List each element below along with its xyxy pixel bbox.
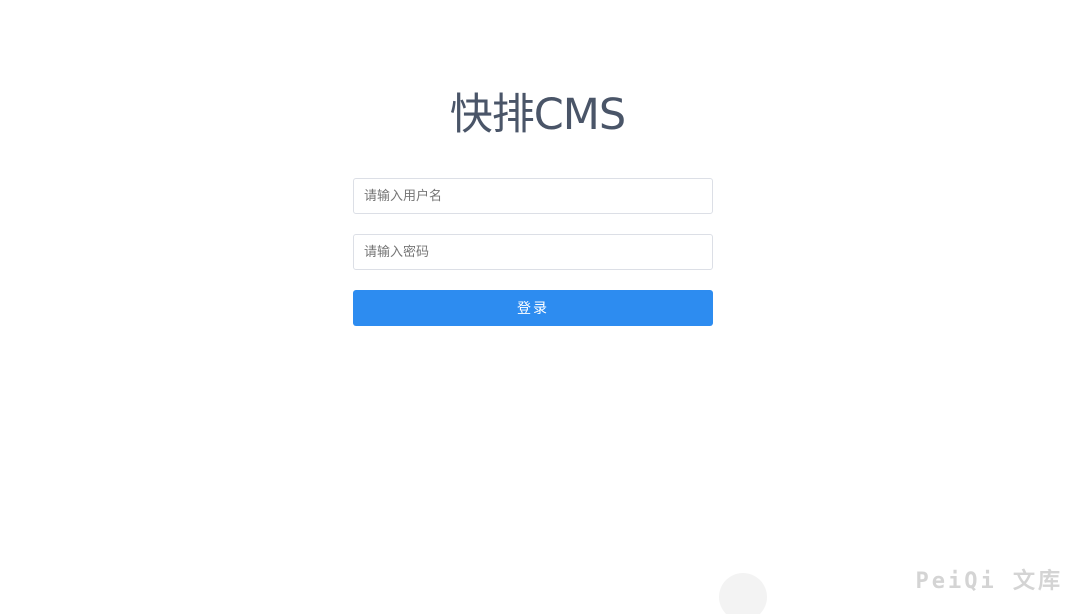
watermark: PeiQi 文库 bbox=[915, 569, 1063, 594]
floating-circle-button[interactable] bbox=[719, 573, 767, 614]
login-button[interactable]: 登录 bbox=[353, 290, 713, 326]
login-page: 快排CMS 登录 PeiQi 文库 bbox=[0, 0, 1075, 614]
username-input[interactable] bbox=[353, 178, 713, 214]
password-input[interactable] bbox=[353, 234, 713, 270]
page-title: 快排CMS bbox=[449, 90, 626, 140]
